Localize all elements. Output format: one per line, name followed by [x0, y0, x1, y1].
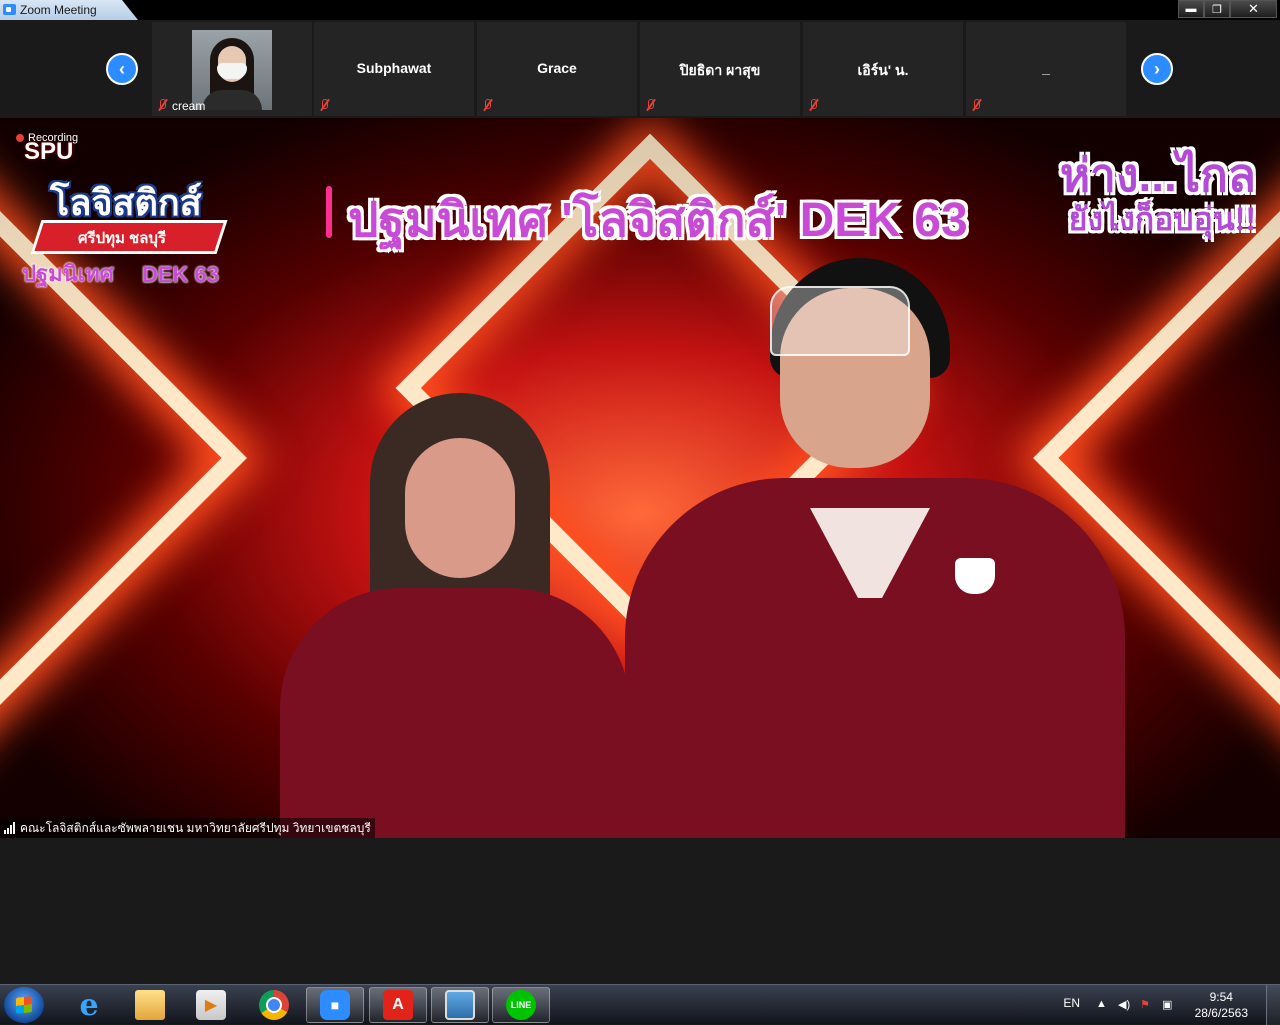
- taskbar-photo-viewer[interactable]: [431, 987, 489, 1023]
- participant-video: [192, 30, 272, 110]
- chrome-icon: [259, 990, 289, 1020]
- event-headline: ปฐมนิเทศ 'โลจิสติกส์' DEK 63: [348, 194, 968, 247]
- network-icon[interactable]: ▣: [1162, 998, 1174, 1011]
- acrobat-icon: A: [383, 990, 413, 1020]
- logo-dek-text: DEK 63: [142, 262, 220, 287]
- side-slogan: ห่าง...ไกล ยังไงก็อบอุ่น!!: [1060, 150, 1256, 238]
- photo-viewer-icon: [445, 990, 475, 1020]
- maximize-button[interactable]: ❐: [1204, 0, 1230, 18]
- window-title: Zoom Meeting: [20, 3, 97, 17]
- taskbar-line[interactable]: LINE: [492, 987, 550, 1023]
- participant-tile[interactable]: Grace: [477, 22, 637, 116]
- participant-tile[interactable]: cream: [152, 22, 312, 116]
- participant-name: ปิยธิดา ผาสุข: [679, 62, 761, 78]
- zoom-app-icon: [3, 4, 16, 15]
- previous-page-button[interactable]: ‹: [106, 53, 138, 85]
- show-desktop-button[interactable]: [1266, 985, 1280, 1025]
- taskbar-media-player[interactable]: ▶: [182, 987, 240, 1023]
- zoom-icon: ■: [320, 990, 350, 1020]
- recording-label: Recording: [28, 132, 79, 144]
- mic-muted-icon: [157, 99, 167, 111]
- internet-explorer-icon: e: [79, 987, 99, 1023]
- show-hidden-icons-icon[interactable]: ▲: [1096, 998, 1108, 1010]
- participant-strip: ‹ cream Subphawat Grace ปิยธิดา ผาสุข เอ…: [0, 20, 1280, 118]
- window-controls: ▬ ❐ ✕: [1178, 0, 1277, 18]
- clock-time: 9:54: [1209, 990, 1233, 1004]
- participant-tile[interactable]: Subphawat: [314, 22, 474, 116]
- active-speaker-video[interactable]: SPU โลจิสติกส์ ศรีปทุม ชลบุรี ปฐมนิเทศ D…: [0, 118, 1280, 838]
- face-shield: [770, 286, 910, 356]
- mic-muted-icon: [808, 99, 818, 111]
- taskbar-clock[interactable]: 9:54 28/6/2563: [1195, 989, 1248, 1021]
- next-page-button[interactable]: ›: [1141, 53, 1173, 85]
- clock-date: 28/6/2563: [1194, 1006, 1248, 1020]
- start-button[interactable]: [4, 987, 44, 1023]
- window-title-bar: Zoom Meeting ▬ ❐ ✕: [0, 0, 1280, 20]
- slogan-line-2: ยังไงก็อบอุ่น!!: [1068, 201, 1256, 237]
- media-player-icon: ▶: [196, 990, 226, 1020]
- participant-name: เอิร์น' น.: [857, 62, 909, 78]
- taskbar-file-explorer[interactable]: [121, 987, 179, 1023]
- taskbar-internet-explorer[interactable]: e: [60, 987, 118, 1023]
- action-center-flag-icon[interactable]: ⚑: [1140, 998, 1152, 1011]
- folder-icon: [135, 990, 165, 1020]
- taskbar-chrome[interactable]: [245, 987, 303, 1023]
- spu-logo-badge: [955, 558, 995, 594]
- participant-tile[interactable]: ปิยธิดา ผาสุข: [640, 22, 800, 116]
- participant-name: Grace: [537, 60, 577, 76]
- mic-muted-icon: [319, 99, 329, 111]
- line-app-icon: LINE: [506, 990, 536, 1020]
- speaker-name-caption: คณะโลจิสติกส์และซัพพลายเชน มหาวิทยาลัยศร…: [0, 818, 375, 838]
- close-button[interactable]: ✕: [1230, 0, 1277, 18]
- recording-indicator: Recording: [16, 132, 78, 144]
- faculty-logo: SPU โลจิสติกส์ ศรีปทุม ชลบุรี ปฐมนิเทศ D…: [22, 138, 237, 288]
- record-dot-icon: [16, 134, 24, 142]
- language-indicator[interactable]: EN: [1063, 996, 1080, 1010]
- mic-muted-icon: [645, 99, 655, 111]
- participant-name: cream: [172, 99, 206, 113]
- participant-tile[interactable]: เอิร์น' น.: [803, 22, 963, 116]
- minimize-button[interactable]: ▬: [1178, 0, 1204, 18]
- mic-muted-icon: [482, 99, 492, 111]
- logo-sub-text: ศรีปทุม ชลบุรี: [78, 230, 166, 247]
- logo-tag-text: ปฐมนิเทศ: [22, 261, 114, 286]
- participant-name: Subphawat: [356, 60, 432, 76]
- connection-signal-icon: [4, 822, 15, 834]
- slogan-line-1: ห่าง...ไกล: [1059, 149, 1256, 201]
- participant-name: _: [1042, 60, 1050, 76]
- mic-muted-icon: [971, 99, 981, 111]
- taskbar-zoom[interactable]: ■: [306, 987, 364, 1023]
- windows-taskbar: e ▶ ■ A LINE EN ▲ ◀) ⚑ ▣ 9:54 28/6/2563: [0, 984, 1280, 1025]
- volume-icon[interactable]: ◀): [1118, 998, 1130, 1011]
- participant-tile[interactable]: _: [966, 22, 1126, 116]
- title-tab: Zoom Meeting: [0, 0, 138, 20]
- speaker-name: คณะโลจิสติกส์และซัพพลายเชน มหาวิทยาลัยศร…: [20, 820, 371, 835]
- taskbar-acrobat[interactable]: A: [369, 987, 427, 1023]
